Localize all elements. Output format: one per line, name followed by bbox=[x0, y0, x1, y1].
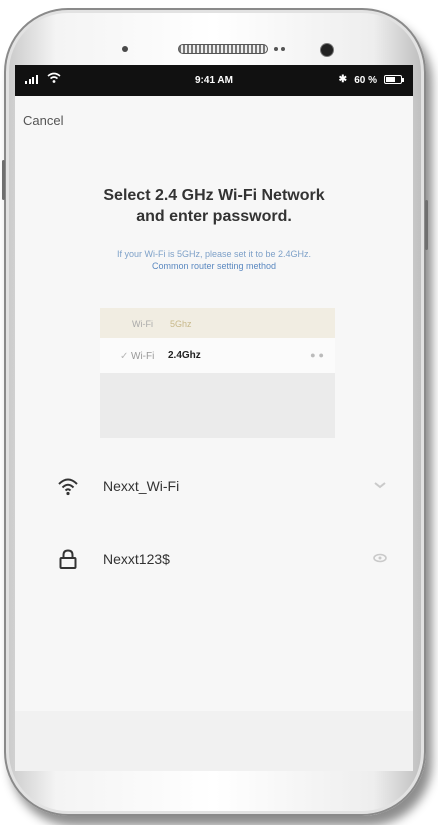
battery-percent: 60 % bbox=[354, 75, 377, 86]
eye-icon[interactable] bbox=[373, 552, 387, 564]
wifi-icon bbox=[58, 478, 78, 496]
earpiece-speaker bbox=[178, 44, 268, 54]
phone-screen: 9:41 AM ✱ 60 % Cancel Select 2.4 GHz Wi-… bbox=[15, 65, 413, 771]
proximity-sensor bbox=[122, 46, 128, 52]
network-name[interactable]: Nexxt_Wi-Fi bbox=[103, 478, 179, 494]
status-bar: 9:41 AM ✱ 60 % bbox=[15, 65, 413, 96]
sensor-dot bbox=[281, 47, 285, 51]
side-button-right bbox=[425, 200, 428, 250]
illustration-row-24ghz: ✓ Wi-Fi 2.4Ghz ●● bbox=[100, 338, 335, 373]
password-field[interactable]: Nexxt123$ bbox=[51, 544, 391, 576]
illustration-band: 5Ghz bbox=[170, 319, 192, 329]
band-hint: If your Wi-Fi is 5GHz, please set it to … bbox=[15, 248, 413, 272]
wifi-band-illustration: Wi-Fi 5Ghz ✓ Wi-Fi 2.4Ghz ●● bbox=[100, 308, 335, 438]
illustration-band: 2.4Ghz bbox=[168, 350, 201, 361]
lock-wifi-icons: ●● bbox=[310, 350, 327, 360]
side-button-left bbox=[2, 160, 5, 200]
illustration-label: Wi-Fi bbox=[131, 351, 155, 362]
network-field[interactable]: Nexxt_Wi-Fi bbox=[51, 471, 391, 503]
hint-text: If your Wi-Fi is 5GHz, please set it to … bbox=[116, 249, 312, 259]
check-icon: ✓ bbox=[120, 351, 129, 362]
front-camera bbox=[320, 43, 334, 57]
title-line-2: and enter password. bbox=[136, 208, 292, 225]
illustration-row-5ghz: Wi-Fi 5Ghz bbox=[100, 308, 335, 338]
illustration-blank bbox=[100, 373, 335, 438]
title-line-1: Select 2.4 GHz Wi-Fi Network bbox=[103, 187, 325, 204]
router-setting-link[interactable]: Common router setting method bbox=[15, 260, 413, 272]
battery-icon bbox=[384, 75, 404, 84]
lock-icon bbox=[59, 549, 77, 569]
bottom-area bbox=[15, 711, 413, 771]
chevron-icon[interactable] bbox=[373, 479, 387, 491]
password-input[interactable]: Nexxt123$ bbox=[103, 551, 170, 567]
page-title: Select 2.4 GHz Wi-Fi Network and enter p… bbox=[15, 185, 413, 227]
sensor-dot bbox=[274, 47, 278, 51]
cancel-button[interactable]: Cancel bbox=[23, 113, 63, 128]
bluetooth-icon: ✱ bbox=[338, 74, 347, 85]
illustration-label: Wi-Fi bbox=[132, 319, 153, 329]
